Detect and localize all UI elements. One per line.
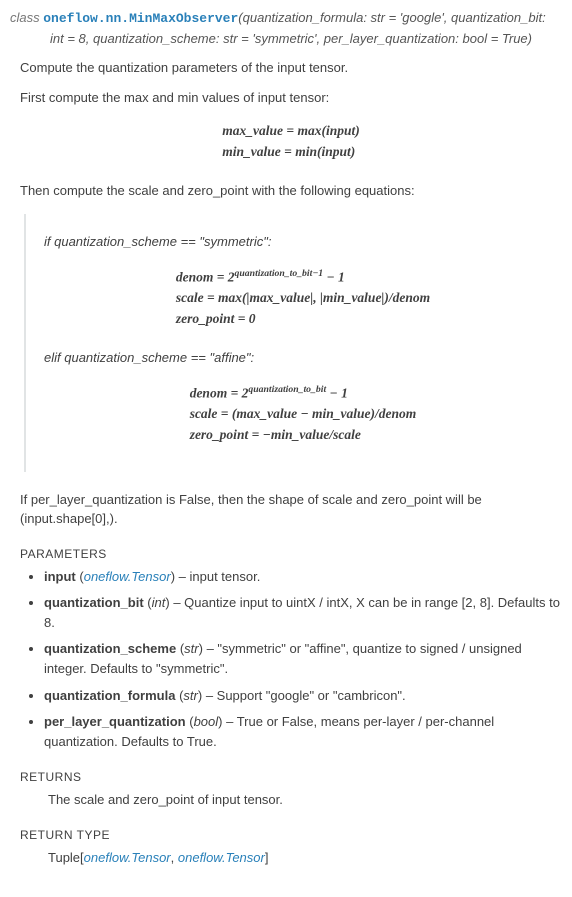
param-quantization-formula: quantization_formula (str) – Support "go…: [44, 686, 562, 706]
intro-paragraph-2: First compute the max and min values of …: [20, 88, 562, 108]
parameters-list: input (oneflow.Tensor) – input tensor. q…: [24, 567, 562, 752]
type-link[interactable]: oneflow.Tensor: [178, 850, 265, 865]
return-type-label: RETURN TYPE: [20, 826, 562, 844]
type-link[interactable]: oneflow.Tensor: [84, 850, 171, 865]
math-line: denom = 2quantization_to_bit − 1: [190, 382, 417, 404]
math-line: denom = 2quantization_to_bit−1 − 1: [176, 266, 430, 288]
math-line: scale = max(|max_value|, |min_value|)/de…: [176, 288, 430, 309]
parameters-label: PARAMETERS: [20, 545, 562, 563]
param-quantization-scheme: quantization_scheme (str) – "symmetric" …: [44, 639, 562, 679]
math-line: max_value = max(input): [222, 121, 359, 142]
math-line: zero_point = 0: [176, 309, 430, 330]
description-body: Compute the quantization parameters of t…: [10, 58, 562, 867]
param-input: input (oneflow.Tensor) – input tensor.: [44, 567, 562, 587]
math-block-minmax: max_value = max(input) min_value = min(i…: [20, 121, 562, 163]
math-block-affine: denom = 2quantization_to_bit − 1 scale =…: [44, 382, 562, 446]
class-name-link[interactable]: oneflow.nn.MinMaxObserver: [43, 11, 238, 26]
then-paragraph: Then compute the scale and zero_point wi…: [20, 181, 562, 201]
math-line: scale = (max_value − min_value)/denom: [190, 404, 417, 425]
math-line: min_value = min(input): [222, 142, 359, 163]
param-per-layer-quantization: per_layer_quantization (bool) – True or …: [44, 712, 562, 752]
math-line: zero_point = −min_value/scale: [190, 425, 417, 446]
returns-label: RETURNS: [20, 768, 562, 786]
type-link[interactable]: oneflow.Tensor: [84, 569, 171, 584]
returns-text: The scale and zero_point of input tensor…: [20, 790, 562, 810]
return-type-text: Tuple[oneflow.Tensor, oneflow.Tensor]: [20, 848, 562, 868]
if-symmetric-line: if quantization_scheme == "symmetric":: [44, 232, 562, 252]
after-quote-paragraph: If per_layer_quantization is False, then…: [20, 490, 562, 529]
math-block-symmetric: denom = 2quantization_to_bit−1 − 1 scale…: [44, 266, 562, 330]
class-signature: class oneflow.nn.MinMaxObserver(quantiza…: [10, 8, 562, 48]
param-quantization-bit: quantization_bit (int) – Quantize input …: [44, 593, 562, 633]
intro-paragraph-1: Compute the quantization parameters of t…: [20, 58, 562, 78]
elif-affine-line: elif quantization_scheme == "affine":: [44, 348, 562, 368]
class-keyword: class: [10, 10, 40, 25]
equations-quote-block: if quantization_scheme == "symmetric": d…: [24, 214, 562, 472]
